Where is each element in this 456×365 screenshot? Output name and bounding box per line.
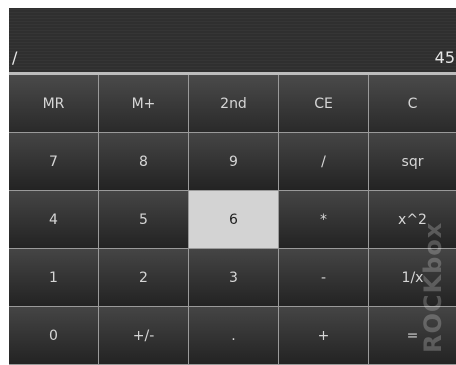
key-3[interactable]: 3 [189,249,279,307]
key-minus[interactable]: - [279,249,369,307]
key-mr[interactable]: MR [9,75,99,133]
key-multiply[interactable]: * [279,191,369,249]
key-divide[interactable]: / [279,133,369,191]
key-label: - [320,269,327,286]
key-label: sqr [401,153,424,170]
key-m-plus[interactable]: M+ [99,75,189,133]
key-decimal[interactable]: . [189,307,279,365]
key-label: 4 [49,211,58,228]
key-label: 3 [229,269,238,286]
key-label: 6 [229,211,238,228]
key-0[interactable]: 0 [9,307,99,365]
key-9[interactable]: 9 [189,133,279,191]
key-label: x^2 [398,211,427,228]
key-label: 5 [139,211,148,228]
key-plus[interactable]: + [279,307,369,365]
key-label: 2 [139,269,148,286]
display-value: 45 [434,48,455,67]
key-2nd[interactable]: 2nd [189,75,279,133]
key-2[interactable]: 2 [99,249,189,307]
key-label: C [407,95,418,112]
key-label: 2nd [220,95,247,112]
key-sqr[interactable]: sqr [369,133,456,191]
calculator-window: / 45 MR M+ 2nd CE C 7 8 9 / sqr 4 5 6 * … [9,8,456,365]
key-label: = [406,327,419,344]
calculator-display: / 45 [9,8,456,72]
key-label: . [231,327,236,344]
key-clear[interactable]: C [369,75,456,133]
key-label: M+ [131,95,156,112]
key-reciprocal[interactable]: 1/x [369,249,456,307]
key-label: + [317,327,330,344]
key-6[interactable]: 6 [189,191,279,249]
key-label: / [321,153,326,170]
key-label: * [320,211,327,228]
key-label: 9 [229,153,238,170]
key-x-squared[interactable]: x^2 [369,191,456,249]
key-4[interactable]: 4 [9,191,99,249]
key-plus-minus[interactable]: +/- [99,307,189,365]
key-1[interactable]: 1 [9,249,99,307]
display-operator: / [12,48,18,67]
key-equals[interactable]: = [369,307,456,365]
key-5[interactable]: 5 [99,191,189,249]
key-label: 0 [49,327,58,344]
key-label: CE [314,95,333,112]
key-7[interactable]: 7 [9,133,99,191]
key-label: MR [42,95,65,112]
key-label: +/- [132,327,155,344]
key-label: 1/x [401,269,424,286]
keypad: MR M+ 2nd CE C 7 8 9 / sqr 4 5 6 * x^2 1… [9,75,456,365]
key-ce[interactable]: CE [279,75,369,133]
key-label: 8 [139,153,148,170]
key-8[interactable]: 8 [99,133,189,191]
key-label: 1 [49,269,58,286]
key-label: 7 [49,153,58,170]
